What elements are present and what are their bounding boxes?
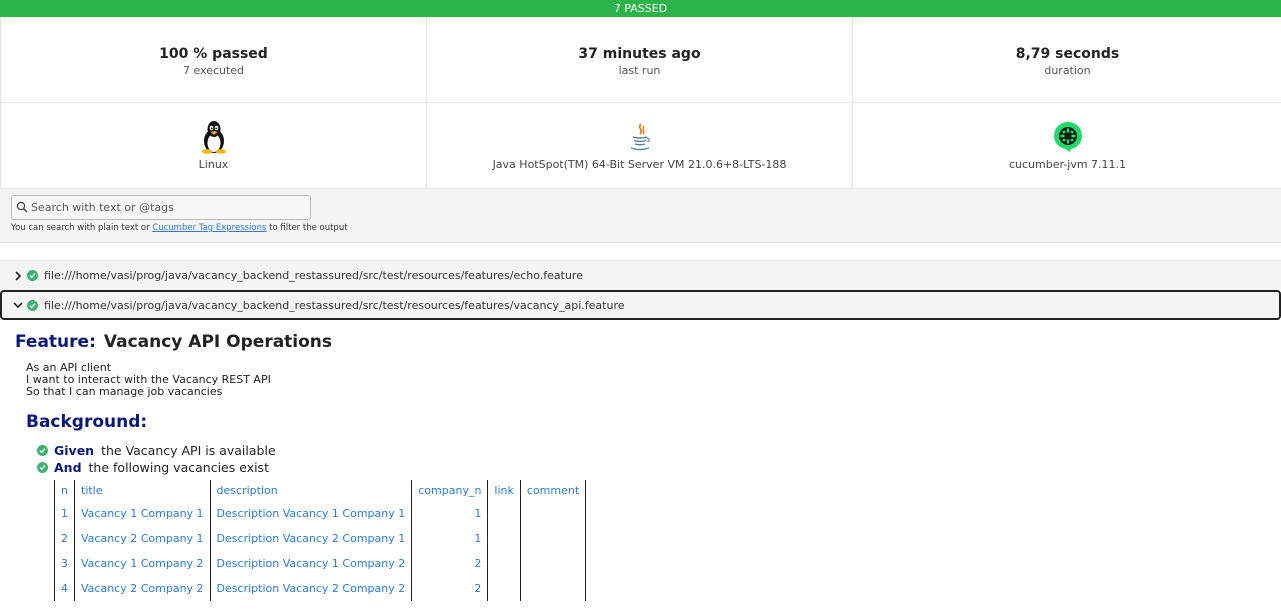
env-os-label: Linux: [198, 158, 229, 171]
stat-passed-label: 7 executed: [182, 64, 245, 77]
table-cell: Vacancy 1 Company 1: [74, 501, 211, 526]
step-row: And the following vacancies exist: [37, 459, 1266, 476]
description-line: So that I can manage job vacancies: [26, 385, 223, 398]
table-cell: [487, 526, 521, 551]
column-header: description: [209, 480, 413, 501]
stat-passed-value: 100 % passed: [159, 46, 268, 62]
search-help: You can search with plain text or Cucumb…: [11, 223, 1270, 233]
env-os: Linux: [1, 103, 427, 189]
stat-duration-label: duration: [1044, 64, 1091, 77]
table-cell: [519, 576, 587, 601]
env-runtime: Java HotSpot(TM) 64-Bit Server VM 21.0.6…: [427, 103, 853, 189]
environment-row: Linux Java HotSpot(TM) 64-Bit Server VM …: [0, 103, 1281, 189]
search-help-suffix: to filter the output: [266, 223, 348, 233]
stat-last-run-label: last run: [618, 64, 661, 77]
table-cell: Description Vacancy 1 Company 2: [209, 551, 413, 576]
passed-check-icon: [37, 462, 48, 473]
table-cell: 4: [54, 576, 75, 601]
chevron-down-icon[interactable]: [11, 301, 25, 309]
tag-expressions-link[interactable]: Cucumber Tag Expressions: [152, 223, 266, 233]
table-cell: [519, 526, 587, 551]
table-cell: 1: [411, 526, 489, 551]
column-header: link: [487, 480, 521, 501]
table-cell: Vacancy 2 Company 1: [74, 526, 211, 551]
table-cell: 3: [54, 551, 75, 576]
feature-list: file:///home/vasi/prog/java/vacancy_back…: [0, 260, 1281, 320]
table-cell: [487, 551, 521, 576]
feature-path: file:///home/vasi/prog/java/vacancy_back…: [44, 269, 583, 282]
passed-check-icon: [37, 445, 48, 456]
search-icon: [16, 198, 28, 217]
step-row: Given the Vacancy API is available: [37, 442, 1266, 459]
column-header: comment: [519, 480, 587, 501]
column-header: title: [74, 480, 211, 501]
java-icon: [628, 120, 652, 154]
search-input[interactable]: [28, 200, 310, 215]
chevron-right-icon[interactable]: [11, 270, 25, 281]
stat-duration: 8,79 seconds duration: [853, 17, 1281, 103]
table-cell: [487, 501, 521, 526]
step-keyword: And: [54, 460, 82, 475]
table-cell: Vacancy 1 Company 2: [74, 551, 211, 576]
table-row: 1 Vacancy 1 Company 1 Description Vacanc…: [54, 501, 587, 526]
search-box[interactable]: [11, 195, 311, 220]
background-heading: Background:: [26, 412, 148, 432]
table-cell: [519, 551, 587, 576]
background-steps: Given the Vacancy API is available And t…: [37, 442, 1266, 476]
table-cell: Description Vacancy 2 Company 2: [209, 576, 413, 601]
env-framework: cucumber-jvm 7.11.1: [853, 103, 1281, 189]
stat-passed: 100 % passed 7 executed: [1, 17, 427, 103]
feature-row-echo[interactable]: file:///home/vasi/prog/java/vacancy_back…: [0, 260, 1281, 290]
feature-keyword: Feature:: [15, 332, 96, 352]
feature-path: file:///home/vasi/prog/java/vacancy_back…: [44, 298, 625, 312]
step-text: the Vacancy API is available: [101, 443, 276, 458]
env-framework-label: cucumber-jvm 7.11.1: [1008, 158, 1127, 171]
status-bar: 7 PASSED: [0, 0, 1281, 17]
table-row: 3 Vacancy 1 Company 2 Description Vacanc…: [54, 551, 587, 576]
step-keyword: Given: [54, 443, 95, 458]
search-panel: You can search with plain text or Cucumb…: [0, 189, 1281, 243]
table-cell: Description Vacancy 1 Company 1: [209, 501, 413, 526]
table-cell: 1: [54, 501, 75, 526]
table-cell: 2: [411, 576, 489, 601]
feature-description: As an API client I want to interact with…: [26, 362, 1266, 398]
stat-last-run-value: 37 minutes ago: [578, 46, 701, 62]
passed-check-icon: [27, 299, 38, 311]
data-table: n title description company_n link comme…: [54, 480, 587, 601]
column-header: company_n: [411, 480, 489, 501]
env-runtime-label: Java HotSpot(TM) 64-Bit Server VM 21.0.6…: [492, 158, 787, 171]
table-cell: [519, 501, 587, 526]
cucumber-icon: [1053, 120, 1083, 154]
table-cell: Vacancy 2 Company 2: [74, 576, 211, 601]
search-help-prefix: You can search with plain text or: [11, 223, 153, 233]
feature-row-vacancy-api[interactable]: file:///home/vasi/prog/java/vacancy_back…: [0, 290, 1281, 320]
stat-duration-value: 8,79 seconds: [1015, 46, 1120, 62]
passed-check-icon: [27, 270, 38, 281]
status-text: 7 PASSED: [613, 2, 668, 15]
table-cell: 2: [411, 551, 489, 576]
feature-name: Vacancy API Operations: [103, 332, 333, 352]
table-cell: 2: [54, 526, 75, 551]
table-cell: 1: [411, 501, 489, 526]
feature-detail: Feature: Vacancy API Operations As an AP…: [0, 320, 1281, 613]
step-text: the following vacancies exist: [88, 460, 269, 475]
column-header: n: [54, 480, 75, 501]
stat-last-run: 37 minutes ago last run: [427, 17, 853, 103]
feature-heading: Feature: Vacancy API Operations: [15, 332, 1266, 352]
stats-row: 100 % passed 7 executed 37 minutes ago l…: [0, 17, 1281, 103]
table-row: 4 Vacancy 2 Company 2 Description Vacanc…: [54, 576, 587, 601]
linux-tux-icon: [200, 120, 228, 154]
table-cell: Description Vacancy 2 Company 1: [209, 526, 413, 551]
table-row: 2 Vacancy 2 Company 1 Description Vacanc…: [54, 526, 587, 551]
table-header-row: n title description company_n link comme…: [54, 480, 587, 501]
table-cell: [487, 576, 521, 601]
